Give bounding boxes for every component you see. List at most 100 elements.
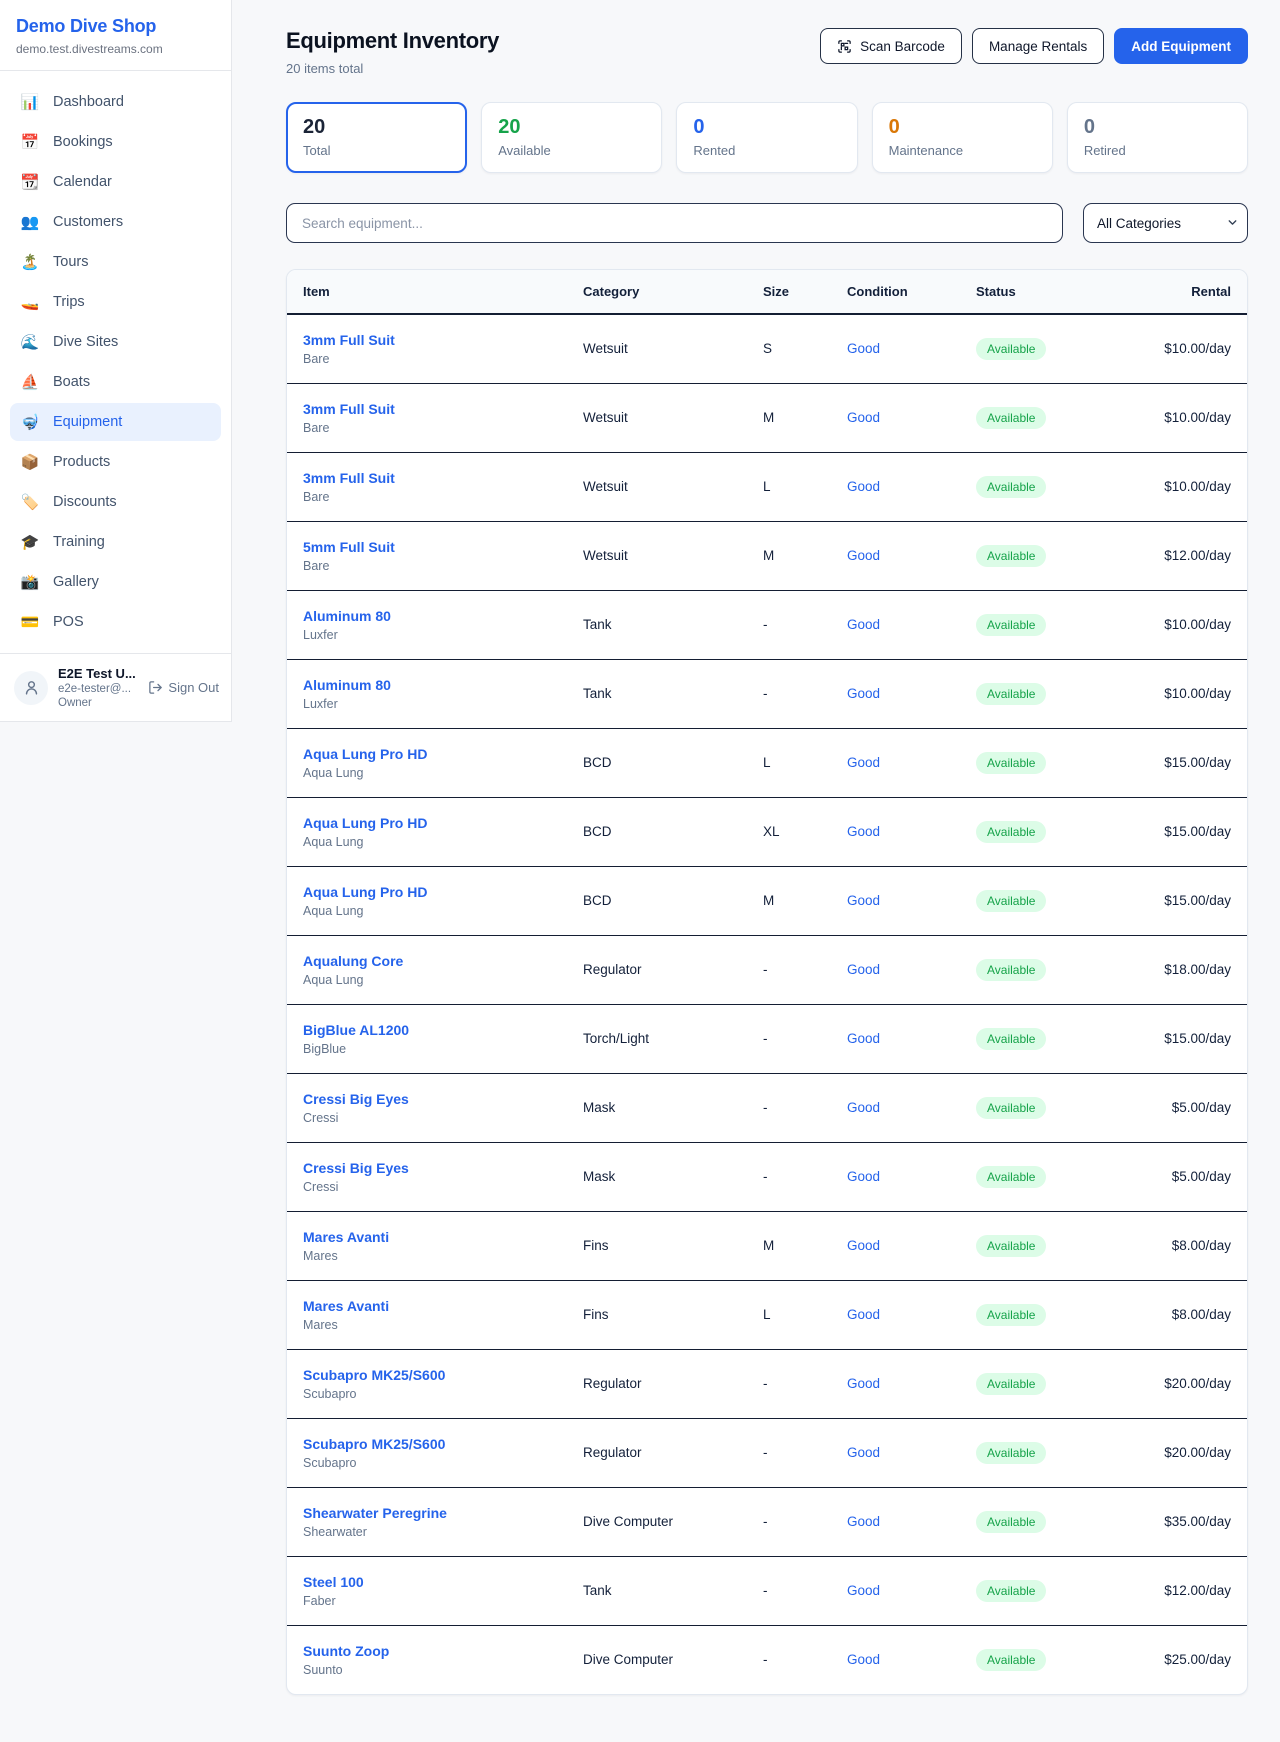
condition-link[interactable]: Good	[847, 686, 880, 701]
sidebar-item[interactable]: 👥 Customers	[10, 203, 221, 241]
item-name-link[interactable]: Mares Avanti	[303, 1229, 551, 1245]
status-badge: Available	[976, 1304, 1046, 1326]
stat-card[interactable]: 0 Maintenance	[872, 102, 1053, 173]
size-cell: -	[747, 1556, 831, 1625]
nav-item-icon: 📊	[20, 93, 40, 111]
nav-item-label: Trips	[53, 294, 85, 310]
scan-barcode-label: Scan Barcode	[860, 39, 945, 54]
sidebar-item[interactable]: 🎓 Training	[10, 523, 221, 561]
item-brand: Bare	[303, 352, 551, 366]
item-brand: Suunto	[303, 1663, 551, 1677]
item-name-link[interactable]: Aluminum 80	[303, 677, 551, 693]
condition-link[interactable]: Good	[847, 1583, 880, 1598]
search-input[interactable]	[286, 203, 1063, 243]
item-name-link[interactable]: Aqualung Core	[303, 953, 551, 969]
size-cell: M	[747, 521, 831, 590]
sidebar: Demo Dive Shop demo.test.divestreams.com…	[0, 0, 232, 722]
brand-title[interactable]: Demo Dive Shop	[16, 16, 215, 37]
condition-link[interactable]: Good	[847, 1169, 880, 1184]
item-name-link[interactable]: BigBlue AL1200	[303, 1022, 551, 1038]
sidebar-item[interactable]: 🤿 Equipment	[10, 403, 221, 441]
condition-link[interactable]: Good	[847, 1031, 880, 1046]
equipment-table: Item Category Size Condition Status Rent…	[287, 270, 1247, 1694]
item-name-link[interactable]: 3mm Full Suit	[303, 401, 551, 417]
sidebar-item[interactable]: 🚤 Trips	[10, 283, 221, 321]
sidebar-item[interactable]: 🏷️ Discounts	[10, 483, 221, 521]
condition-link[interactable]: Good	[847, 1514, 880, 1529]
sidebar-item[interactable]: 🌊 Dive Sites	[10, 323, 221, 361]
condition-link[interactable]: Good	[847, 1376, 880, 1391]
sidebar-item[interactable]: 💳 POS	[10, 603, 221, 641]
category-cell: BCD	[567, 728, 747, 797]
sidebar-item[interactable]: 📆 Calendar	[10, 163, 221, 201]
condition-link[interactable]: Good	[847, 1445, 880, 1460]
condition-cell: Good	[831, 1142, 960, 1211]
scan-barcode-button[interactable]: Scan Barcode	[820, 28, 962, 64]
stat-card[interactable]: 20 Available	[481, 102, 662, 173]
status-cell: Available	[960, 866, 1120, 935]
rental-cell: $15.00/day	[1120, 797, 1247, 866]
sidebar-item[interactable]: ⛵ Boats	[10, 363, 221, 401]
condition-link[interactable]: Good	[847, 1100, 880, 1115]
sidebar-item[interactable]: 📸 Gallery	[10, 563, 221, 601]
sign-out-button[interactable]: Sign Out	[148, 680, 219, 695]
rental-cell: $25.00/day	[1120, 1625, 1247, 1694]
size-cell: -	[747, 935, 831, 1004]
stat-card[interactable]: 20 Total	[286, 102, 467, 173]
item-name-link[interactable]: Scubapro MK25/S600	[303, 1367, 551, 1383]
condition-link[interactable]: Good	[847, 755, 880, 770]
sidebar-item[interactable]: 📦 Products	[10, 443, 221, 481]
condition-link[interactable]: Good	[847, 410, 880, 425]
status-badge: Available	[976, 1373, 1046, 1395]
item-name-link[interactable]: Cressi Big Eyes	[303, 1160, 551, 1176]
add-equipment-button[interactable]: Add Equipment	[1114, 28, 1248, 64]
item-name-link[interactable]: Aqua Lung Pro HD	[303, 884, 551, 900]
table-row: Mares Avanti Mares Fins M Good Available…	[287, 1211, 1247, 1280]
item-name-link[interactable]: 3mm Full Suit	[303, 332, 551, 348]
item-name-link[interactable]: Aqua Lung Pro HD	[303, 746, 551, 762]
item-name-link[interactable]: Suunto Zoop	[303, 1643, 551, 1659]
status-badge: Available	[976, 1235, 1046, 1257]
category-cell: Fins	[567, 1211, 747, 1280]
item-name-link[interactable]: Cressi Big Eyes	[303, 1091, 551, 1107]
category-cell: Torch/Light	[567, 1004, 747, 1073]
nav-item-icon: 📆	[20, 173, 40, 191]
item-name-link[interactable]: 3mm Full Suit	[303, 470, 551, 486]
table-row: Aqua Lung Pro HD Aqua Lung BCD L Good Av…	[287, 728, 1247, 797]
condition-link[interactable]: Good	[847, 548, 880, 563]
nav-item-label: Discounts	[53, 494, 117, 510]
item-cell: 5mm Full Suit Bare	[287, 521, 567, 590]
stat-card[interactable]: 0 Retired	[1067, 102, 1248, 173]
item-name-link[interactable]: Aluminum 80	[303, 608, 551, 624]
condition-link[interactable]: Good	[847, 1307, 880, 1322]
item-name-link[interactable]: 5mm Full Suit	[303, 539, 551, 555]
condition-link[interactable]: Good	[847, 341, 880, 356]
stat-card[interactable]: 0 Rented	[676, 102, 857, 173]
category-select[interactable]: All Categories	[1083, 203, 1248, 243]
item-name-link[interactable]: Scubapro MK25/S600	[303, 1436, 551, 1452]
sign-out-icon	[148, 680, 163, 695]
sidebar-item[interactable]: 📊 Dashboard	[10, 83, 221, 121]
condition-link[interactable]: Good	[847, 617, 880, 632]
condition-link[interactable]: Good	[847, 893, 880, 908]
sidebar-item[interactable]: 🏝️ Tours	[10, 243, 221, 281]
table-row: Aqua Lung Pro HD Aqua Lung BCD XL Good A…	[287, 797, 1247, 866]
category-cell: Mask	[567, 1142, 747, 1211]
item-name-link[interactable]: Shearwater Peregrine	[303, 1505, 551, 1521]
stat-value: 20	[303, 116, 450, 139]
condition-link[interactable]: Good	[847, 479, 880, 494]
condition-link[interactable]: Good	[847, 962, 880, 977]
condition-link[interactable]: Good	[847, 824, 880, 839]
item-name-link[interactable]: Aqua Lung Pro HD	[303, 815, 551, 831]
condition-link[interactable]: Good	[847, 1238, 880, 1253]
status-badge: Available	[976, 1649, 1046, 1671]
item-name-link[interactable]: Steel 100	[303, 1574, 551, 1590]
item-name-link[interactable]: Mares Avanti	[303, 1298, 551, 1314]
category-cell: Regulator	[567, 935, 747, 1004]
sidebar-item[interactable]: 📅 Bookings	[10, 123, 221, 161]
status-cell: Available	[960, 728, 1120, 797]
rental-cell: $20.00/day	[1120, 1418, 1247, 1487]
condition-link[interactable]: Good	[847, 1652, 880, 1667]
manage-rentals-button[interactable]: Manage Rentals	[972, 28, 1104, 64]
category-cell: Dive Computer	[567, 1625, 747, 1694]
